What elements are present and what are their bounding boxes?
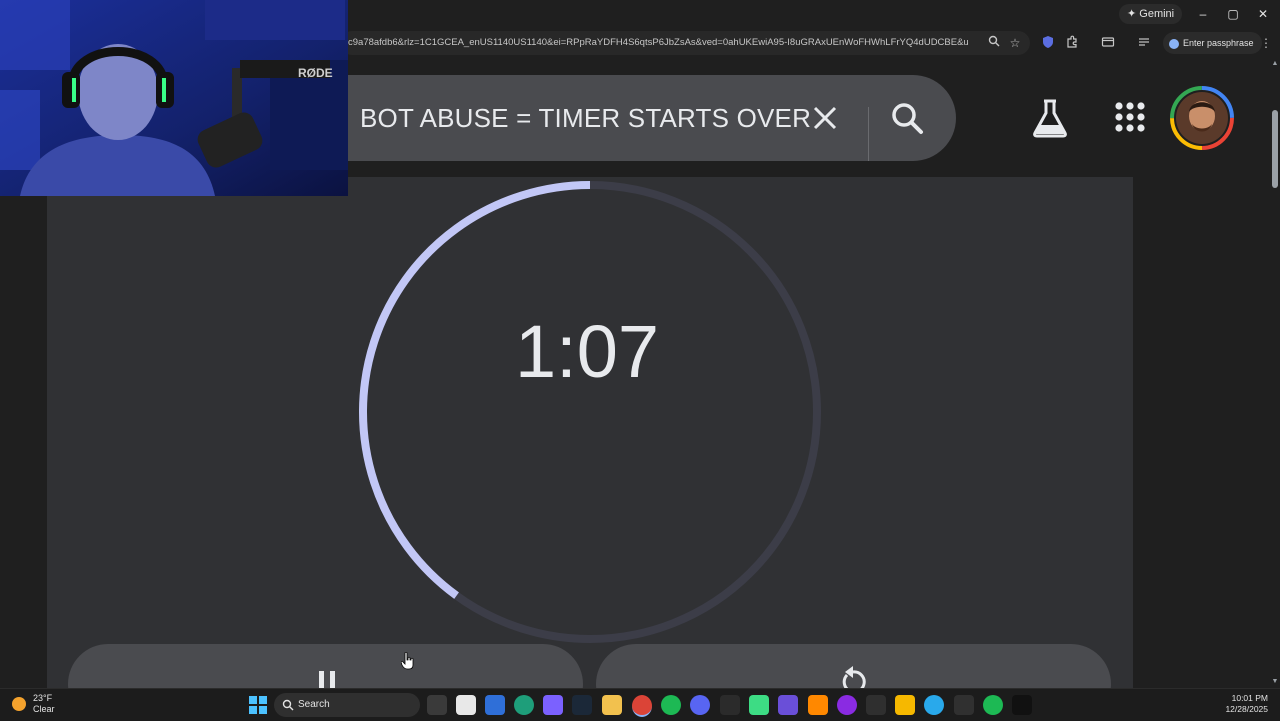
spotify-icon[interactable]: [661, 695, 681, 715]
page-scrollbar[interactable]: ▲ ▼: [1270, 58, 1280, 688]
taskbar-search-label: Search: [298, 699, 330, 710]
x-app-icon[interactable]: [1012, 695, 1032, 715]
search-divider: [868, 107, 869, 161]
sparkle-icon: ✦: [1127, 8, 1137, 20]
steam-icon[interactable]: [572, 695, 592, 715]
address-bar[interactable]: c9a78afdb6&rlz=1C1GCEA_enUS1140US1140&ei…: [340, 31, 1030, 55]
scroll-thumb[interactable]: [1272, 110, 1278, 188]
telegram-icon[interactable]: [924, 695, 944, 715]
vlc-icon[interactable]: [808, 695, 828, 715]
clock-time: 10:01 PM: [1231, 693, 1268, 703]
reading-list-icon[interactable]: [1136, 35, 1152, 51]
pause-button[interactable]: [68, 644, 583, 688]
search-icon[interactable]: [890, 101, 924, 135]
meta-app-icon[interactable]: [485, 695, 505, 715]
timer-card: 1:07: [47, 177, 1133, 688]
taskbar-clock[interactable]: 10:01 PM 12/28/2025: [1225, 693, 1268, 715]
search-box[interactable]: BOT ABUSE = TIMER STARTS OVER: [300, 75, 956, 161]
url-text[interactable]: c9a78afdb6&rlz=1C1GCEA_enUS1140US1140&ei…: [348, 31, 968, 55]
bookmark-star-icon[interactable]: ☆: [1007, 35, 1023, 51]
reset-button[interactable]: [596, 644, 1111, 688]
spotify-second-icon[interactable]: [983, 695, 1003, 715]
close-window-button[interactable]: ✕: [1248, 4, 1278, 24]
timer-progress-ring: [359, 181, 821, 643]
minimize-button[interactable]: –: [1188, 4, 1218, 24]
android-app-icon[interactable]: [749, 695, 769, 715]
account-avatar[interactable]: [1170, 86, 1234, 150]
weather-temp: 23°F: [33, 693, 53, 703]
microsoft-store-icon[interactable]: [456, 695, 476, 715]
passphrase-label: Enter passphrase: [1183, 38, 1254, 48]
file-explorer-icon[interactable]: [602, 695, 622, 715]
gemini-label: Gemini: [1139, 8, 1175, 20]
zoom-icon[interactable]: [986, 35, 1002, 51]
mic-brand-label: RØDE: [298, 66, 333, 80]
capcut-icon[interactable]: [954, 695, 974, 715]
clear-search-icon[interactable]: [810, 103, 840, 133]
discord-icon[interactable]: [690, 695, 710, 715]
pause-icon: [319, 671, 335, 688]
webcam-overlay: RØDE: [0, 0, 348, 196]
browser-menu-icon[interactable]: ⋮: [1258, 35, 1274, 51]
scroll-up-arrow-icon[interactable]: ▲: [1270, 60, 1280, 67]
start-windows-icon[interactable]: [248, 695, 268, 715]
epic-games-icon[interactable]: [866, 695, 886, 715]
rockstar-icon[interactable]: [895, 695, 915, 715]
search-labs-flask-icon[interactable]: [1031, 98, 1069, 138]
streaming-app-icon[interactable]: [778, 695, 798, 715]
reset-icon: [842, 666, 866, 688]
media-app-icon[interactable]: [837, 695, 857, 715]
restore-button[interactable]: ▢: [1218, 4, 1248, 24]
scroll-down-arrow-icon[interactable]: ▼: [1270, 678, 1280, 685]
gemini-button[interactable]: ✦ Gemini: [1119, 4, 1183, 24]
windows-taskbar: 23°F Clear Search 10:01 PM 12/28/2025: [0, 688, 1280, 721]
profile-passphrase-chip[interactable]: Enter passphrase: [1163, 32, 1262, 54]
copilot-icon[interactable]: [543, 695, 563, 715]
weather-desc: Clear: [33, 704, 55, 714]
profile-icon: [1169, 38, 1179, 49]
hand-cursor-icon: [400, 651, 415, 670]
google-apps-grid-icon[interactable]: [1114, 101, 1146, 133]
webcam-feed-image: [0, 0, 348, 196]
edge-browser-icon[interactable]: [514, 695, 534, 715]
taskbar-search-box[interactable]: Search: [274, 693, 420, 717]
extension-shield-icon[interactable]: [1040, 35, 1056, 51]
chrome-icon[interactable]: [632, 695, 652, 717]
tab-search-icon[interactable]: [1100, 35, 1116, 51]
clock-date: 12/28/2025: [1225, 704, 1268, 714]
taskbar-search-icon: [282, 699, 294, 711]
g-hub-icon[interactable]: [720, 695, 740, 715]
search-query[interactable]: BOT ABUSE = TIMER STARTS OVER: [360, 75, 811, 161]
task-view-icon[interactable]: [427, 695, 447, 715]
timer-display: 1:07: [514, 310, 660, 393]
weather-sun-icon: [12, 697, 26, 711]
extensions-puzzle-icon[interactable]: [1064, 35, 1080, 51]
